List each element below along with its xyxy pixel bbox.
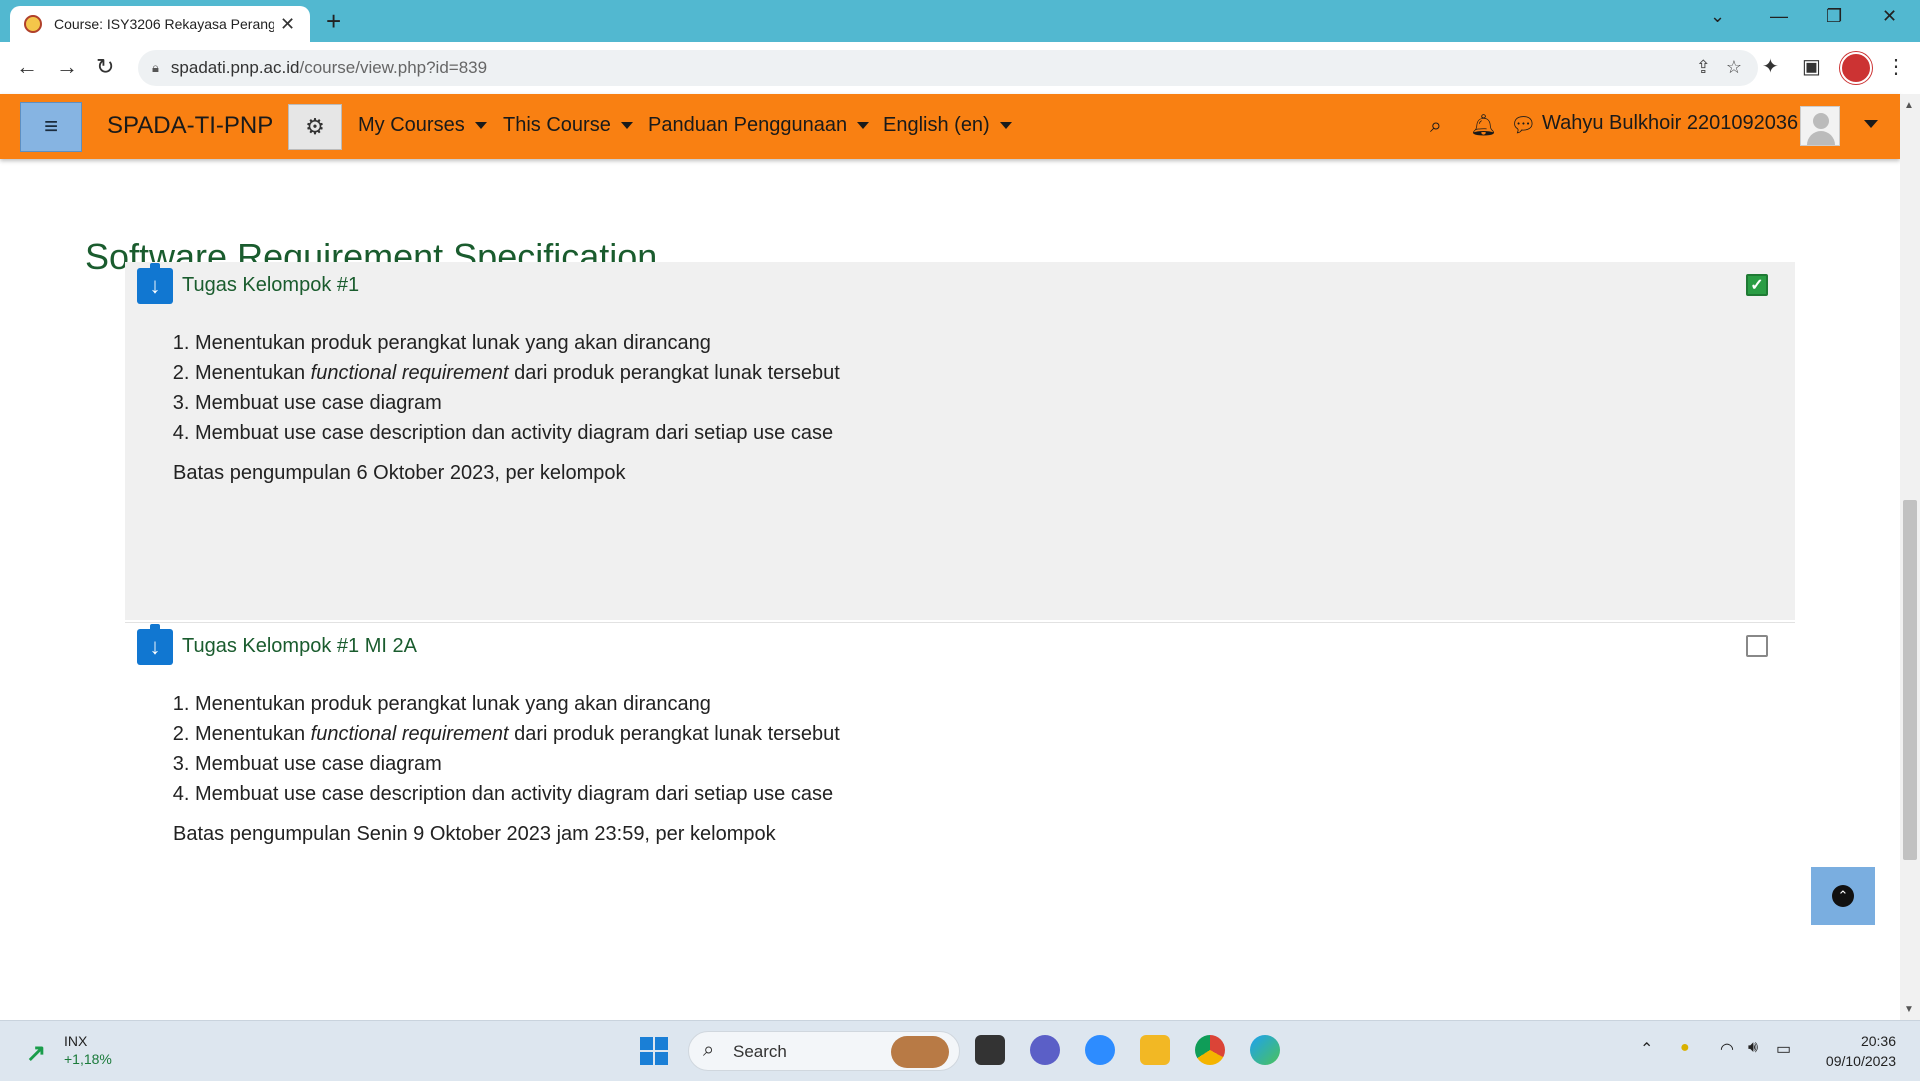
chevron-up-icon: ⌃ (1832, 885, 1854, 907)
list-item: Membuat use case description dan activit… (195, 779, 840, 809)
activity-description: Menentukan produk perangkat lunak yang a… (173, 328, 840, 488)
address-bar[interactable]: 🔒︎ spadati.pnp.ac.id/course/view.php?id=… (138, 50, 1758, 86)
scroll-up-arrow-icon[interactable]: ▲ (1904, 100, 1914, 111)
scroll-down-arrow-icon[interactable]: ▼ (1904, 1004, 1914, 1015)
search-label: Search (733, 1042, 787, 1061)
trend-up-icon: ↗ (26, 1040, 47, 1067)
list-item: Menentukan functional requirement dari p… (195, 719, 840, 749)
user-avatar[interactable] (1800, 106, 1840, 146)
os-taskbar: ↗ INX +1,18% ⌕ Search ⌃ ● ◠ 🔊︎ ▭ 20:36 0… (0, 1020, 1920, 1081)
clock-date: 09/10/2023 (1825, 1053, 1896, 1069)
assignment-download-icon: ↓ (137, 263, 173, 304)
forward-arrow-icon[interactable]: → (56, 54, 78, 80)
clock-time: 20:36 (1860, 1033, 1896, 1049)
activity-assignment: ↓ Tugas Kelompok #1 ✓ Menentukan produk … (125, 262, 1795, 620)
reload-icon[interactable]: ↻ (96, 54, 114, 80)
tray-app-icon[interactable]: ● (1680, 1039, 1690, 1057)
minimize-icon[interactable]: — (1770, 6, 1788, 27)
zoom-icon[interactable] (1085, 1035, 1115, 1065)
menu-panduan-penggunaan[interactable]: Panduan Penggunaan (648, 114, 870, 137)
deadline-text: Batas pengumpulan 6 Oktober 2023, per ke… (173, 462, 626, 484)
settings-gear-button[interactable]: ⚙ (288, 104, 342, 150)
tab-search-chevron-icon[interactable]: ⌄ (1710, 6, 1725, 27)
search-icon: ⌕ (703, 1039, 715, 1061)
completion-checkbox[interactable] (1746, 635, 1768, 657)
windows-start-icon[interactable] (640, 1037, 668, 1065)
edge-icon[interactable] (1250, 1035, 1280, 1065)
activity-link[interactable]: Tugas Kelompok #1 (182, 274, 359, 297)
list-item: Membuat use case description dan activit… (195, 418, 840, 448)
tab-title: Course: ISY3206 Rekayasa Perangkat Lunak (54, 16, 274, 32)
hamburger-menu-button[interactable]: ≡ (20, 102, 82, 152)
activity-description: Menentukan produk perangkat lunak yang a… (173, 689, 840, 849)
new-tab-icon[interactable]: + (326, 6, 341, 37)
browser-tab[interactable]: Course: ISY3206 Rekayasa Perangkat Lunak… (10, 6, 310, 42)
menu-this-course[interactable]: This Course (503, 114, 633, 137)
browser-toolbar: ← → ↻ 🔒︎ spadati.pnp.ac.id/course/view.p… (0, 42, 1920, 94)
scrollbar-thumb[interactable] (1903, 500, 1917, 860)
restore-icon[interactable]: ❐ (1826, 6, 1842, 27)
tray-chevron-up-icon[interactable]: ⌃ (1640, 1039, 1653, 1059)
side-panel-icon[interactable]: ▣ (1802, 54, 1821, 79)
messages-chat-icon[interactable]: 💬︎ (1510, 114, 1537, 138)
caret-down-icon (857, 122, 870, 130)
site-navbar: ≡ SPADA-TI-PNP ⚙ My Courses This Course … (0, 94, 1900, 159)
list-item: Menentukan functional requirement dari p… (195, 358, 840, 388)
user-menu-caret-icon[interactable] (1864, 120, 1878, 128)
back-arrow-icon[interactable]: ← (16, 54, 38, 80)
caret-down-icon (474, 122, 487, 130)
share-bookmark-icons[interactable]: ⇪ ☆ (1696, 57, 1742, 78)
site-favicon-icon (24, 15, 42, 33)
url-text: spadati.pnp.ac.id/course/view.php?id=839 (170, 58, 488, 77)
teams-chat-icon[interactable] (1030, 1035, 1060, 1065)
taskbar-search[interactable]: ⌕ Search (688, 1031, 960, 1071)
search-highlight-image (891, 1036, 949, 1068)
caret-down-icon (999, 122, 1012, 130)
file-explorer-icon[interactable] (1140, 1035, 1170, 1065)
site-brand[interactable]: SPADA-TI-PNP (107, 112, 273, 140)
stock-change: +1,18% (64, 1051, 112, 1067)
task-view-icon[interactable] (975, 1035, 1005, 1065)
window-close-icon[interactable]: ✕ (1882, 6, 1897, 27)
volume-icon[interactable]: 🔊︎ (1748, 1039, 1758, 1057)
completion-checkbox[interactable]: ✓ (1746, 274, 1768, 296)
list-item: Membuat use case diagram (195, 749, 840, 779)
list-item: Menentukan produk perangkat lunak yang a… (195, 328, 840, 358)
list-item: Membuat use case diagram (195, 388, 840, 418)
tab-close-icon[interactable]: ✕ (280, 14, 295, 35)
notification-bell-icon[interactable]: 🔔︎ (1470, 114, 1497, 138)
back-to-top-button[interactable]: ⌃ (1811, 867, 1875, 925)
wifi-icon[interactable]: ◠ (1720, 1039, 1734, 1059)
stock-name: INX (64, 1033, 88, 1049)
search-icon[interactable]: ⌕ (1430, 114, 1442, 138)
assignment-download-icon: ↓ (137, 624, 173, 665)
profile-avatar-icon[interactable] (1840, 52, 1872, 84)
activity-link[interactable]: Tugas Kelompok #1 MI 2A (182, 635, 417, 658)
battery-icon[interactable]: ▭ (1776, 1039, 1791, 1059)
caret-down-icon (620, 122, 633, 130)
extensions-puzzle-icon[interactable]: ✦ (1762, 54, 1779, 79)
user-name[interactable]: Wahyu Bulkhoir 2201092036 (1542, 112, 1798, 135)
chrome-icon[interactable] (1195, 1035, 1225, 1065)
lock-icon: 🔒︎ (152, 60, 159, 75)
menu-my-courses[interactable]: My Courses (358, 114, 487, 137)
menu-language[interactable]: English (en) (883, 114, 1012, 137)
list-item: Menentukan produk perangkat lunak yang a… (195, 689, 840, 719)
browser-tab-strip: Course: ISY3206 Rekayasa Perangkat Lunak… (0, 0, 1920, 42)
activity-assignment: ↓ Tugas Kelompok #1 MI 2A Menentukan pro… (125, 622, 1795, 863)
system-clock[interactable]: 20:36 09/10/2023 (1810, 1031, 1896, 1071)
browser-menu-icon[interactable]: ⋮ (1886, 54, 1906, 79)
deadline-text: Batas pengumpulan Senin 9 Oktober 2023 j… (173, 823, 776, 845)
